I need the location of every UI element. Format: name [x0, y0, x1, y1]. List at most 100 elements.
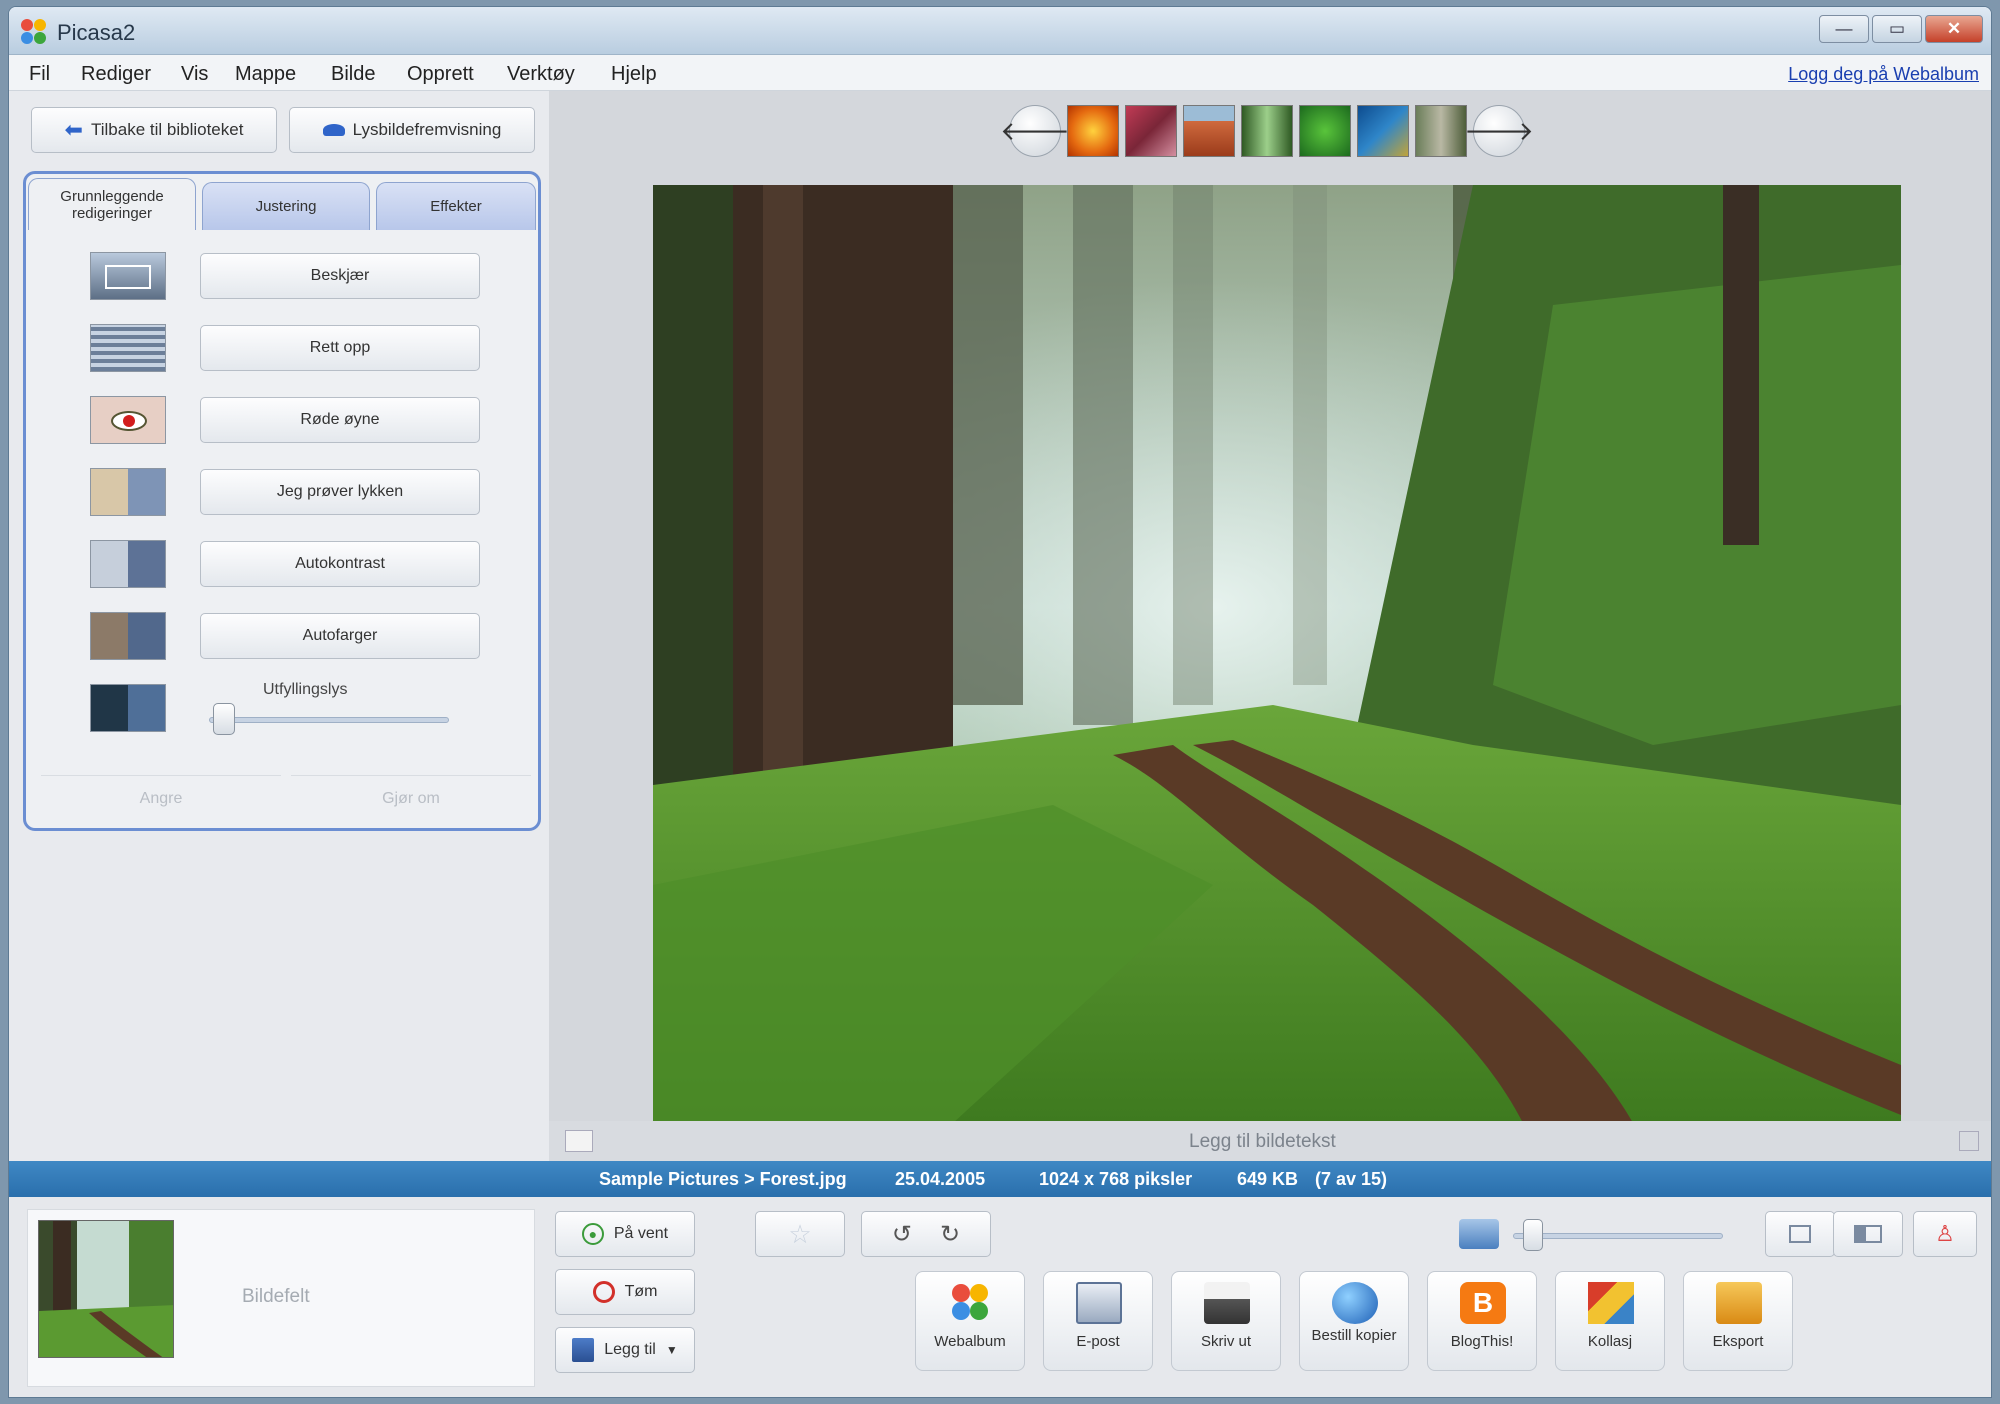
blogthis-button[interactable]: B BlogThis!: [1427, 1271, 1537, 1371]
caption-toggle-icon[interactable]: [1959, 1131, 1979, 1151]
auto-contrast-button[interactable]: Autokontrast: [200, 541, 480, 587]
caption-bar: Legg til bildetekst: [549, 1121, 1991, 1161]
caption-icon: [565, 1130, 593, 1152]
chevron-down-icon: ▼: [665, 1343, 678, 1357]
export-button[interactable]: Eksport: [1683, 1271, 1793, 1371]
tab-basic-fixes[interactable]: Grunnleggende redigeringer: [28, 178, 196, 230]
redo-button[interactable]: Gjør om: [291, 775, 531, 821]
star-icon: ☆: [788, 1218, 812, 1249]
filmstrip-thumb[interactable]: [1125, 105, 1177, 157]
zoom-slider-thumb[interactable]: [1523, 1219, 1543, 1251]
single-view-button[interactable]: [1765, 1211, 1835, 1257]
add-to-button[interactable]: Legg til ▼: [555, 1327, 695, 1373]
tray-box: Bildefelt: [27, 1209, 535, 1387]
auto-color-icon: [90, 612, 166, 660]
collage-icon: [1588, 1282, 1634, 1324]
order-prints-button[interactable]: Bestill kopier: [1299, 1271, 1409, 1371]
hold-button[interactable]: ● På vent: [555, 1211, 695, 1257]
fill-light-slider-track[interactable]: [209, 717, 449, 723]
webalbum-button[interactable]: Webalbum: [915, 1271, 1025, 1371]
filmstrip-thumb[interactable]: [1299, 105, 1351, 157]
tray-toolstrip: ☆ ↺ ↻ ♙: [743, 1211, 1981, 1261]
fill-light-slider-thumb[interactable]: [213, 703, 235, 735]
star-button[interactable]: ☆: [755, 1211, 845, 1257]
filmstrip-thumb[interactable]: [1241, 105, 1293, 157]
rotate-buttons: ↺ ↻: [861, 1211, 991, 1257]
picasa-logo-icon: [21, 19, 47, 45]
filmstrip-thumb[interactable]: [1415, 105, 1467, 157]
maximize-button[interactable]: ▭: [1872, 15, 1922, 43]
menu-help[interactable]: Hjelp: [611, 63, 657, 86]
minimize-button[interactable]: —: [1819, 15, 1869, 43]
filmstrip-thumb[interactable]: [1357, 105, 1409, 157]
close-button[interactable]: ✕: [1925, 15, 1983, 43]
filmstrip-thumb[interactable]: [1183, 105, 1235, 157]
status-position: (7 av 15): [1315, 1169, 1388, 1189]
lucky-icon: [90, 468, 166, 516]
fill-light-icon: [90, 684, 166, 732]
menu-file[interactable]: Fil: [29, 63, 50, 86]
red-eye-button[interactable]: Røde øyne: [200, 397, 480, 443]
straighten-icon: [90, 324, 166, 372]
status-bar: Sample Pictures > Forest.jpg 25.04.2005 …: [9, 1161, 1991, 1197]
crop-button[interactable]: Beskjær: [200, 253, 480, 299]
arrow-right-icon[interactable]: 🡒: [1464, 105, 1534, 157]
back-arrow-icon: ⬅: [64, 117, 83, 142]
tab-tuning[interactable]: Justering: [202, 182, 370, 230]
printer-icon: [1204, 1282, 1250, 1324]
caption-input[interactable]: Legg til bildetekst: [1189, 1131, 1336, 1153]
auto-color-button[interactable]: Autofarger: [200, 613, 480, 659]
single-view-icon: [1789, 1225, 1811, 1243]
people-icon: ♙: [1935, 1221, 1955, 1246]
web-album-signin-link[interactable]: Logg deg på Webalbum: [1788, 64, 1979, 85]
compare-view-button[interactable]: [1833, 1211, 1903, 1257]
rotate-left-icon[interactable]: ↺: [892, 1220, 912, 1249]
slideshow-icon: [322, 124, 345, 136]
auto-contrast-icon: [90, 540, 166, 588]
tray-label: Bildefelt: [242, 1286, 310, 1307]
picasa-window: Picasa2 — ▭ ✕ Fil Rediger Vis Mappe Bild…: [8, 6, 1992, 1398]
edit-tabs: Grunnleggende redigeringer Justering Eff…: [23, 171, 541, 831]
menu-view[interactable]: Vis: [181, 63, 208, 86]
status-path: Sample Pictures > Forest.jpg: [599, 1169, 847, 1189]
title-bar: Picasa2 — ▭ ✕: [9, 7, 1991, 55]
compare-view-icon: [1854, 1225, 1882, 1243]
menu-picture[interactable]: Bilde: [331, 63, 375, 86]
rotate-right-icon[interactable]: ↻: [940, 1220, 960, 1249]
menu-bar: Fil Rediger Vis Mappe Bilde Opprett Verk…: [9, 55, 1991, 91]
slideshow-button[interactable]: Lysbildefremvisning: [289, 107, 535, 153]
fill-light-label: Utfyllingslys: [263, 681, 348, 698]
globe-icon: [1332, 1282, 1378, 1324]
window-title: Picasa2: [57, 20, 136, 45]
clear-button[interactable]: Tøm: [555, 1269, 695, 1315]
red-eye-icon: [90, 396, 166, 444]
edit-panel: ⬅ Tilbake til biblioteket Lysbildefremvi…: [9, 91, 549, 1167]
tab-effects[interactable]: Effekter: [376, 182, 536, 230]
people-button[interactable]: ♙: [1913, 1211, 1977, 1257]
menu-edit[interactable]: Rediger: [81, 63, 151, 86]
blogger-icon: B: [1460, 1282, 1506, 1324]
filmstrip-thumb[interactable]: [1067, 105, 1119, 157]
collage-button[interactable]: Kollasj: [1555, 1271, 1665, 1371]
filmstrip: 🡐 🡒: [1000, 101, 1534, 161]
menu-tools[interactable]: Verktøy: [507, 63, 575, 86]
picture-tray: Bildefelt ● På vent Tøm Legg til ▼ ☆ ↺ ↻: [9, 1197, 1991, 1397]
menu-create[interactable]: Opprett: [407, 63, 474, 86]
hold-icon: ●: [581, 1223, 604, 1245]
feeling-lucky-button[interactable]: Jeg prøver lykken: [200, 469, 480, 515]
status-date: 25.04.2005: [895, 1169, 986, 1189]
undo-button[interactable]: Angre: [41, 775, 281, 821]
arrow-left-icon[interactable]: 🡐: [1000, 105, 1070, 157]
email-button[interactable]: E-post: [1043, 1271, 1153, 1371]
email-icon: [1076, 1282, 1122, 1324]
webalbum-icon: [948, 1282, 994, 1324]
menu-folder[interactable]: Mappe: [235, 63, 296, 86]
clear-icon: [592, 1281, 615, 1303]
print-button[interactable]: Skriv ut: [1171, 1271, 1281, 1371]
main-photo[interactable]: [653, 185, 1901, 1123]
zoom-slider-track[interactable]: [1513, 1233, 1723, 1239]
straighten-button[interactable]: Rett opp: [200, 325, 480, 371]
tray-thumbnail[interactable]: [38, 1220, 174, 1358]
zoom-icon: [1459, 1219, 1499, 1249]
back-to-library-button[interactable]: ⬅ Tilbake til biblioteket: [31, 107, 277, 153]
